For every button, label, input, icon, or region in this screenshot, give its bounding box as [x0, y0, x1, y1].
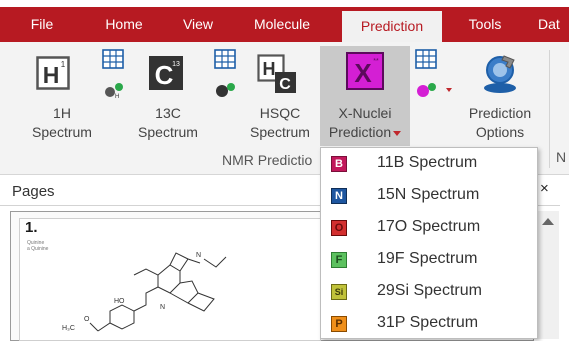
- thumb-caption-2: a Quinine: [27, 246, 49, 252]
- silicon-icon: Si: [331, 284, 347, 300]
- page-number: 1.: [25, 219, 38, 236]
- table-icon[interactable]: [102, 49, 124, 69]
- page-thumbnail[interactable]: Quinine a Quinine HO N H₃C O N: [19, 218, 321, 341]
- tab-data[interactable]: Dat: [538, 7, 569, 42]
- hsqc-line2: Spectrum: [250, 124, 310, 140]
- phosphorus-icon: P: [331, 316, 347, 332]
- hsqc-icon: H C: [257, 54, 296, 93]
- svg-text:H: H: [43, 62, 60, 88]
- c13-icon: C 13: [149, 56, 183, 90]
- svg-text:**: **: [373, 58, 379, 65]
- h1-icon: H 1: [36, 56, 70, 90]
- 1h-line1: 1H: [53, 105, 71, 121]
- hsqc-spectrum-button[interactable]: H C HSQC Spectrum: [244, 48, 316, 146]
- nmr-prediction-group-label: NMR Predictio: [222, 152, 313, 168]
- pages-panel-title: Pages: [12, 183, 55, 200]
- 13c-line1: 13C: [155, 105, 181, 121]
- prediction-options-button[interactable]: Prediction Options: [460, 48, 540, 146]
- atom-label: H₃C: [62, 325, 75, 332]
- scroll-up-icon[interactable]: [542, 218, 554, 225]
- options-line2: Options: [475, 124, 525, 140]
- menu-item-17o-spectrum[interactable]: O 17O Spectrum: [321, 212, 537, 244]
- tab-view[interactable]: View: [164, 7, 232, 42]
- atom-label: N: [160, 304, 166, 311]
- svg-text:H: H: [115, 94, 119, 99]
- svg-text:C: C: [279, 76, 291, 93]
- menu-item-31p-spectrum[interactable]: P 31P Spectrum: [321, 308, 537, 340]
- x-nuclei-line2-wrap: Prediction: [320, 123, 410, 141]
- menu-item-label: 19F Spectrum: [377, 250, 478, 267]
- menu-item-15n-spectrum[interactable]: N 15N Spectrum: [321, 180, 537, 212]
- molecule-structure: [89, 252, 227, 332]
- 13c-spectrum-button[interactable]: C 13 13C Spectrum: [128, 48, 208, 146]
- tab-prediction[interactable]: Prediction: [342, 11, 442, 42]
- molecule-x-icon[interactable]: [415, 81, 455, 99]
- tab-home[interactable]: Home: [84, 7, 164, 42]
- nitrogen-icon: N: [331, 188, 347, 204]
- svg-text:X: X: [354, 58, 372, 88]
- menu-item-label: 29Si Spectrum: [377, 282, 482, 299]
- menu-bar: File Home View Molecule Prediction Tools…: [0, 7, 569, 42]
- menu-item-label: 11B Spectrum: [377, 154, 478, 171]
- chevron-down-icon: [393, 130, 402, 136]
- molecule-h-icon[interactable]: H: [102, 81, 126, 99]
- oxygen-icon: O: [331, 220, 347, 236]
- x-nuclei-line1: X-Nuclei: [338, 105, 392, 121]
- boron-icon: B: [331, 156, 347, 172]
- atom-label: HO: [114, 298, 125, 305]
- fluorine-icon: F: [331, 252, 347, 268]
- 1h-spectrum-button[interactable]: H 1 1H Spectrum: [27, 48, 97, 146]
- ribbon-group-separator: [549, 50, 550, 168]
- x-nuclei-dropdown-menu: B 11B Spectrum N 15N Spectrum O 17O Spec…: [320, 147, 538, 339]
- menu-item-label: 15N Spectrum: [377, 186, 480, 203]
- svg-text:C: C: [155, 60, 174, 90]
- x-nuclei-line2: Prediction: [328, 124, 392, 140]
- cropped-title-strip: [0, 0, 569, 7]
- wrench-gear-icon: [484, 55, 516, 93]
- svg-text:1: 1: [61, 60, 66, 69]
- tab-molecule[interactable]: Molecule: [232, 7, 332, 42]
- options-line1: Prediction: [468, 105, 532, 121]
- 13c-line2: Spectrum: [138, 124, 198, 140]
- 1h-line2: Spectrum: [32, 124, 92, 140]
- menu-item-29si-spectrum[interactable]: Si 29Si Spectrum: [321, 276, 537, 308]
- menu-item-label: 31P Spectrum: [377, 314, 479, 331]
- svg-text:13: 13: [172, 61, 180, 68]
- tab-file[interactable]: File: [0, 7, 84, 42]
- tab-tools[interactable]: Tools: [445, 7, 525, 42]
- menu-item-11b-spectrum[interactable]: B 11B Spectrum: [321, 148, 537, 180]
- close-icon[interactable]: ×: [540, 180, 549, 197]
- x-nuclei-prediction-button[interactable]: X ** X-Nuclei Prediction: [320, 46, 410, 146]
- x-nuclei-icon: X **: [346, 52, 384, 90]
- menu-item-label: 17O Spectrum: [377, 218, 481, 235]
- table-icon[interactable]: [415, 49, 437, 69]
- atom-label: N: [196, 252, 202, 259]
- pages-scrollbar[interactable]: [536, 211, 559, 339]
- hsqc-line1: HSQC: [259, 105, 301, 121]
- table-icon[interactable]: [214, 49, 236, 69]
- svg-text:H: H: [263, 59, 276, 79]
- menu-item-19f-spectrum[interactable]: F 19F Spectrum: [321, 244, 537, 276]
- cut-group-label: N: [556, 149, 567, 165]
- atom-label: O: [84, 316, 90, 323]
- molecule-c-icon[interactable]: [214, 81, 238, 99]
